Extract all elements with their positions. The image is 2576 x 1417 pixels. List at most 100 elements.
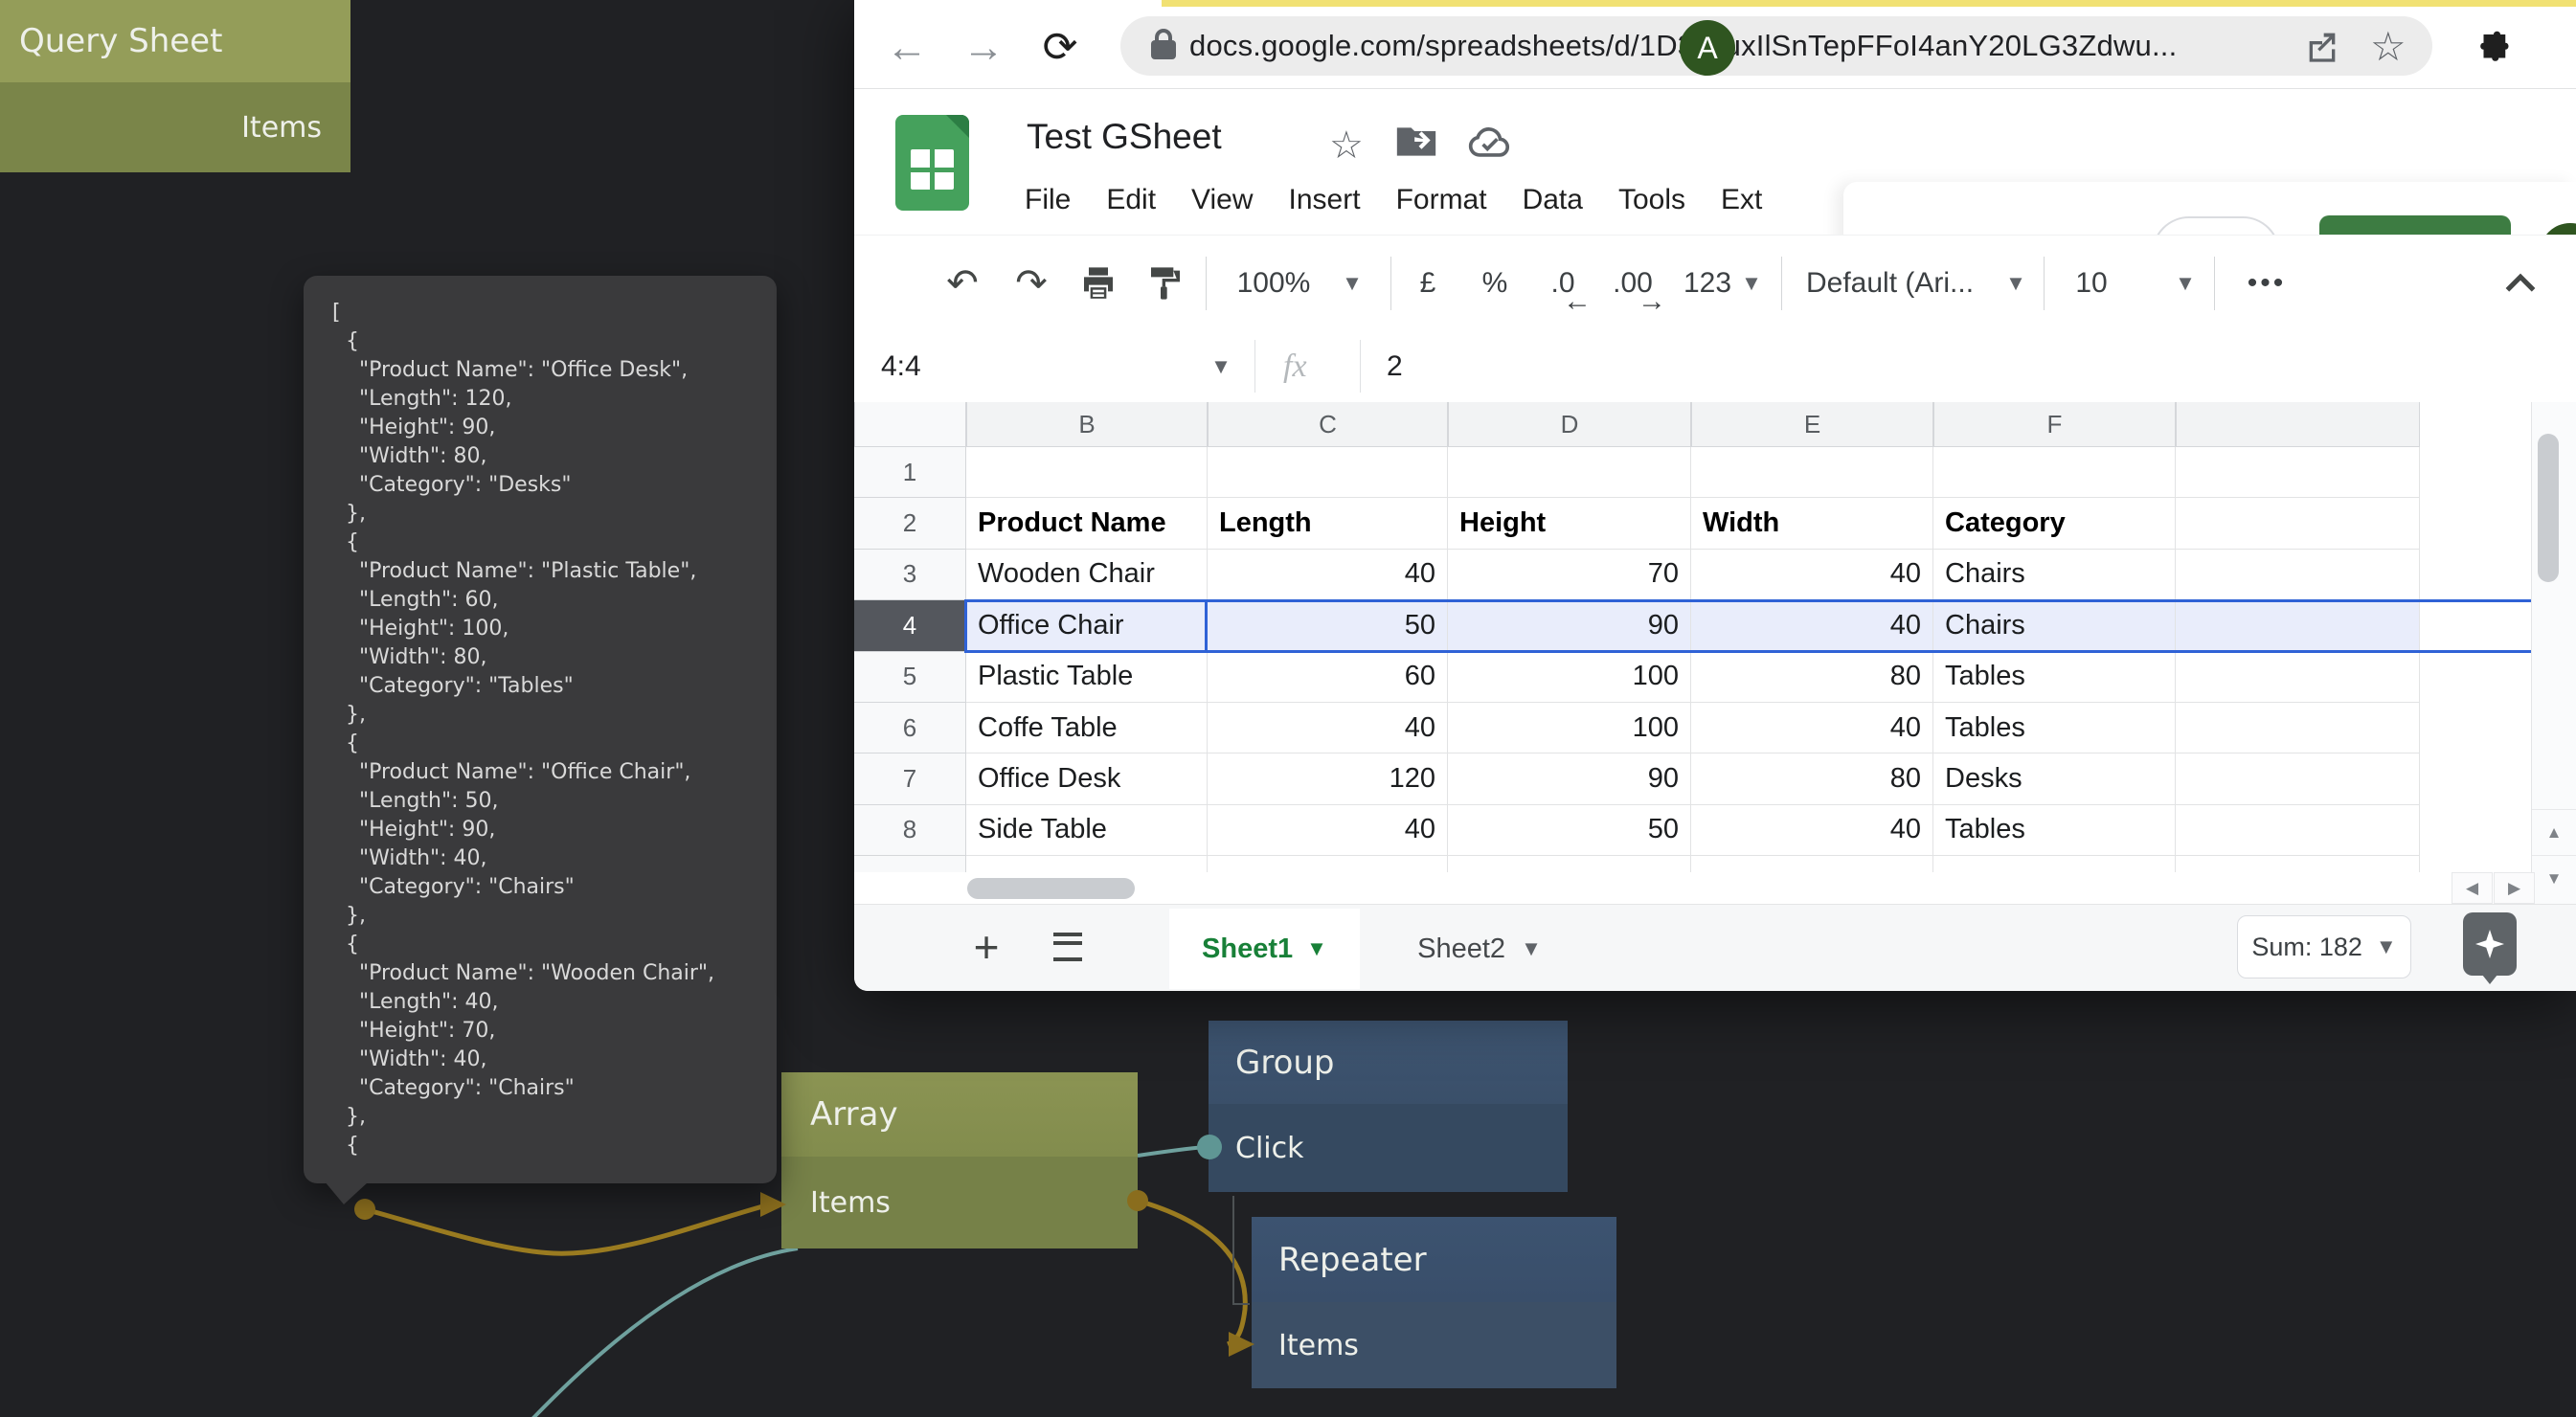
- menu-item-edit[interactable]: Edit: [1106, 184, 1156, 216]
- grid-cell[interactable]: 120: [1208, 753, 1448, 804]
- wire-query-to-array[interactable]: [365, 1205, 766, 1253]
- column-header-F[interactable]: F: [1933, 402, 2176, 447]
- grid-cell[interactable]: [2176, 652, 2420, 703]
- node-group-header[interactable]: Group: [1209, 1021, 1568, 1104]
- sum-badge[interactable]: Sum: 182 ▼: [2237, 915, 2411, 978]
- reload-button[interactable]: ⟳: [1031, 7, 1089, 88]
- grid-cell[interactable]: 90: [1448, 753, 1691, 804]
- font-select[interactable]: Default (Ari...: [1806, 236, 1998, 331]
- sheet-tab-caret-icon[interactable]: ▼: [1521, 936, 1542, 961]
- vertical-scrollbar[interactable]: ▲ ▼: [2531, 402, 2576, 904]
- grid-cell[interactable]: 40: [1691, 550, 1933, 600]
- menu-item-format[interactable]: Format: [1396, 184, 1487, 216]
- formula-input[interactable]: 2: [1387, 330, 1403, 402]
- address-bar[interactable]: docs.google.com/spreadsheets/d/1D3IRuxIl…: [1120, 16, 2432, 76]
- node-group[interactable]: Group Click: [1209, 1021, 1568, 1192]
- column-header-B[interactable]: B: [966, 402, 1208, 447]
- grid-cell[interactable]: 40: [1208, 805, 1448, 856]
- grid-cell[interactable]: [2176, 550, 2420, 600]
- add-sheet-button[interactable]: +: [955, 905, 1018, 989]
- node-query-sheet[interactable]: Query Sheet Items: [0, 0, 350, 172]
- row-header-8[interactable]: 8: [854, 805, 966, 856]
- grid-cell[interactable]: 100: [1448, 703, 1691, 753]
- cloud-saved-icon[interactable]: [1467, 124, 1513, 167]
- scroll-left-button[interactable]: ◀: [2452, 872, 2493, 904]
- scroll-up-button[interactable]: ▲: [2532, 809, 2576, 855]
- grid-cell[interactable]: [966, 447, 1208, 498]
- node-query-sheet-header[interactable]: Query Sheet: [0, 0, 350, 82]
- row-header-6[interactable]: 6: [854, 703, 966, 753]
- column-header-C[interactable]: C: [1208, 402, 1448, 447]
- spreadsheet-grid[interactable]: ABCDEF12IdProduct NameLengthHeightWidthC…: [854, 402, 2531, 872]
- menu-item-insert[interactable]: Insert: [1289, 184, 1361, 216]
- grid-cell[interactable]: 40: [1208, 550, 1448, 600]
- grid-cell[interactable]: Height: [1448, 498, 1691, 549]
- format-percent-button[interactable]: %: [1472, 236, 1518, 331]
- grid-cell[interactable]: 40: [1691, 600, 1933, 651]
- grid-cell[interactable]: 40: [1691, 703, 1933, 753]
- paint-format-icon[interactable]: [1139, 236, 1192, 331]
- sheets-logo-icon[interactable]: [895, 115, 969, 211]
- grid-cell[interactable]: 50: [1448, 805, 1691, 856]
- format-currency-button[interactable]: £: [1405, 236, 1451, 331]
- wire-array-to-group-click[interactable]: [1138, 1147, 1205, 1156]
- grid-cell[interactable]: [2176, 805, 2420, 856]
- node-array[interactable]: Array Items: [781, 1072, 1138, 1248]
- grid-cell[interactable]: [1208, 447, 1448, 498]
- sheet-tab-caret-icon[interactable]: ▼: [1306, 936, 1327, 961]
- grid-cell[interactable]: Office Desk: [966, 753, 1208, 804]
- grid-cell[interactable]: 80: [1691, 652, 1933, 703]
- grid-cell[interactable]: Tables: [1933, 805, 2176, 856]
- sheet-tab-sheet1[interactable]: Sheet1 ▼: [1169, 909, 1360, 989]
- grid-cell[interactable]: 60: [1208, 652, 1448, 703]
- grid-cell[interactable]: 50: [1208, 600, 1448, 651]
- font-caret-icon[interactable]: ▼: [2001, 236, 2030, 331]
- collapse-toolbar-icon[interactable]: [2494, 236, 2547, 331]
- extensions-puzzle-icon[interactable]: [2465, 7, 2522, 88]
- grid-cell[interactable]: [2176, 753, 2420, 804]
- row-header-7[interactable]: 7: [854, 753, 966, 804]
- grid-cell[interactable]: [2176, 703, 2420, 753]
- grid-cell[interactable]: Length: [1208, 498, 1448, 549]
- grid-cell[interactable]: Coffe Table: [966, 703, 1208, 753]
- bookmark-star-icon[interactable]: ☆: [2370, 16, 2407, 76]
- grid-corner-cell[interactable]: [854, 402, 966, 447]
- font-size-select[interactable]: 10: [2063, 236, 2120, 331]
- number-format-select[interactable]: 123: [1676, 236, 1739, 331]
- horizontal-scrollbar-thumb[interactable]: [967, 878, 1135, 899]
- grid-cell[interactable]: 100: [1448, 652, 1691, 703]
- row-header-5[interactable]: 5: [854, 652, 966, 703]
- grid-cell[interactable]: [2176, 600, 2420, 651]
- menu-item-file[interactable]: File: [1025, 184, 1071, 216]
- wire-array-to-repeater[interactable]: [1138, 1201, 1245, 1344]
- scroll-down-button[interactable]: ▼: [2532, 855, 2576, 901]
- grid-cell[interactable]: Tables: [1933, 703, 2176, 753]
- undo-icon[interactable]: ↶: [936, 236, 989, 331]
- column-header-E[interactable]: E: [1691, 402, 1933, 447]
- explore-button[interactable]: [2463, 912, 2517, 976]
- grid-cell[interactable]: [1448, 447, 1691, 498]
- star-document-icon[interactable]: ☆: [1329, 124, 1364, 168]
- grid-cell[interactable]: Chairs: [1933, 550, 2176, 600]
- browser-avatar[interactable]: A: [1680, 20, 1735, 76]
- row-header-3[interactable]: 3: [854, 550, 966, 600]
- vertical-scrollbar-thumb[interactable]: [2538, 434, 2559, 582]
- share-page-icon[interactable]: [2303, 16, 2341, 76]
- number-format-caret-icon[interactable]: ▼: [1737, 236, 1766, 331]
- grid-cell[interactable]: Tables: [1933, 652, 2176, 703]
- grid-cell[interactable]: Category: [1933, 498, 2176, 549]
- grid-cell[interactable]: Side Table: [966, 805, 1208, 856]
- row-header-1[interactable]: 1: [854, 447, 966, 498]
- grid-cell[interactable]: 40: [1208, 703, 1448, 753]
- grid-cell[interactable]: Width: [1691, 498, 1933, 549]
- row-header-4[interactable]: 4: [854, 600, 966, 651]
- font-size-caret-icon[interactable]: ▼: [2171, 236, 2200, 331]
- grid-cell[interactable]: [2176, 447, 2420, 498]
- node-array-header[interactable]: Array: [781, 1072, 1138, 1157]
- grid-cell[interactable]: Chairs: [1933, 600, 2176, 651]
- grid-cell[interactable]: Desks: [1933, 753, 2176, 804]
- grid-cell[interactable]: 80: [1691, 753, 1933, 804]
- node-repeater[interactable]: Repeater Items: [1252, 1217, 1616, 1388]
- menu-item-ext[interactable]: Ext: [1721, 184, 1762, 216]
- menu-item-tools[interactable]: Tools: [1618, 184, 1685, 216]
